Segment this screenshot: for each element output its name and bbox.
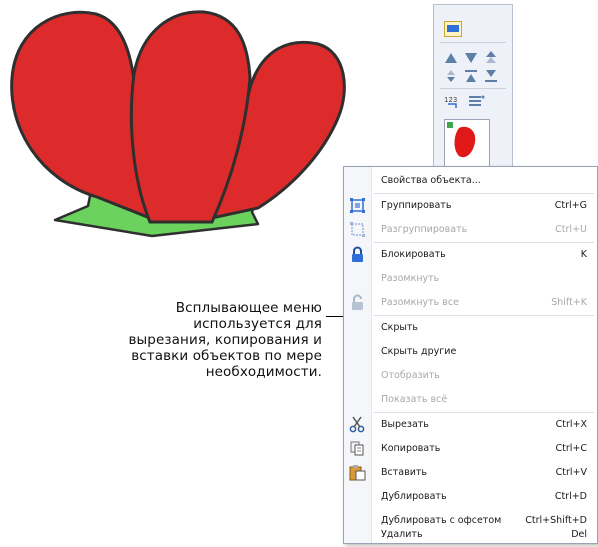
menu-item-label: Удалить [381,529,423,540]
bring-to-front-icon[interactable] [484,49,498,63]
embroidery-design [10,10,346,238]
menu-item-label: Показать всё [381,394,448,405]
menu-item-unlock[interactable]: Разомкнуть [344,267,597,291]
menu-item-shortcut: Ctrl+U [555,224,587,235]
menu-item-object-properties[interactable]: Свойства объекта... [344,169,597,193]
menu-item-unlock-all[interactable]: Разомкнуть все Shift+K [344,291,597,315]
menu-item-shortcut: Ctrl+X [555,419,587,430]
menu-item-label: Свойства объекта... [381,175,481,186]
bring-forward-icon[interactable] [444,49,458,63]
context-menu: Свойства объекта... Группировать Ctrl+G … [343,166,598,544]
menu-item-shortcut: K [580,249,587,260]
menu-item-label: Блокировать [381,249,446,260]
menu-item-label: Скрыть [381,322,419,333]
menu-item-label: Вставить [381,467,428,478]
color-bars-icon[interactable] [468,94,486,110]
menu-item-hide-others[interactable]: Скрыть другие [344,340,597,364]
menu-item-paste[interactable]: Вставить Ctrl+V [344,461,597,485]
menu-item-label: Копировать [381,443,441,454]
copy-icon [349,440,366,457]
callout-text: Всплывающее меню используется для выреза… [128,300,322,380]
menu-item-group[interactable]: Группировать Ctrl+G [344,194,597,218]
menu-item-label: Дублировать [381,491,447,502]
group-icon [349,197,366,214]
menu-item-cut[interactable]: Вырезать Ctrl+X [344,413,597,437]
menu-item-label: Отобразить [381,370,440,381]
menu-item-ungroup[interactable]: Разгруппировать Ctrl+U [344,218,597,242]
move-down-icon[interactable] [444,68,458,82]
menu-item-shortcut: Ctrl+C [555,443,588,454]
sequence-icon[interactable]: 123 [444,94,462,110]
menu-item-copy[interactable]: Копировать Ctrl+C [344,437,597,461]
menu-item-label: Вырезать [381,419,429,430]
unlock-icon [349,294,366,311]
menu-item-show-all[interactable]: Показать всё [344,388,597,412]
menu-item-label: Разомкнуть [381,273,440,284]
paste-icon [349,464,366,481]
menu-item-show[interactable]: Отобразить [344,364,597,388]
menu-item-delete[interactable]: Удалить Del [344,523,597,547]
menu-item-shortcut: Ctrl+D [554,491,587,502]
lock-icon [349,246,366,263]
menu-item-label: Разгруппировать [381,224,468,235]
svg-text:123: 123 [444,96,457,104]
scissors-icon [349,416,366,433]
menu-item-label: Разомкнуть все [381,297,459,308]
menu-item-shortcut: Del [571,529,587,540]
menu-item-shortcut: Ctrl+G [554,200,587,211]
menu-item-hide[interactable]: Скрыть [344,316,597,340]
move-up-icon[interactable] [464,68,478,82]
object-toolbar: 123 [433,4,513,170]
menu-item-duplicate[interactable]: Дублировать Ctrl+D [344,485,597,509]
object-thumbnail[interactable] [444,119,490,167]
menu-item-shortcut: Ctrl+V [555,467,587,478]
menu-item-label: Группировать [381,200,452,211]
petal-left [10,10,152,221]
menu-item-shortcut: Shift+K [551,297,587,308]
send-backward-icon[interactable] [464,49,478,63]
send-to-back-icon[interactable] [484,68,498,82]
menu-item-label: Скрыть другие [381,346,457,357]
menu-item-lock[interactable]: Блокировать K [344,243,597,267]
ungroup-icon [349,221,366,238]
view-icon[interactable] [444,21,462,37]
